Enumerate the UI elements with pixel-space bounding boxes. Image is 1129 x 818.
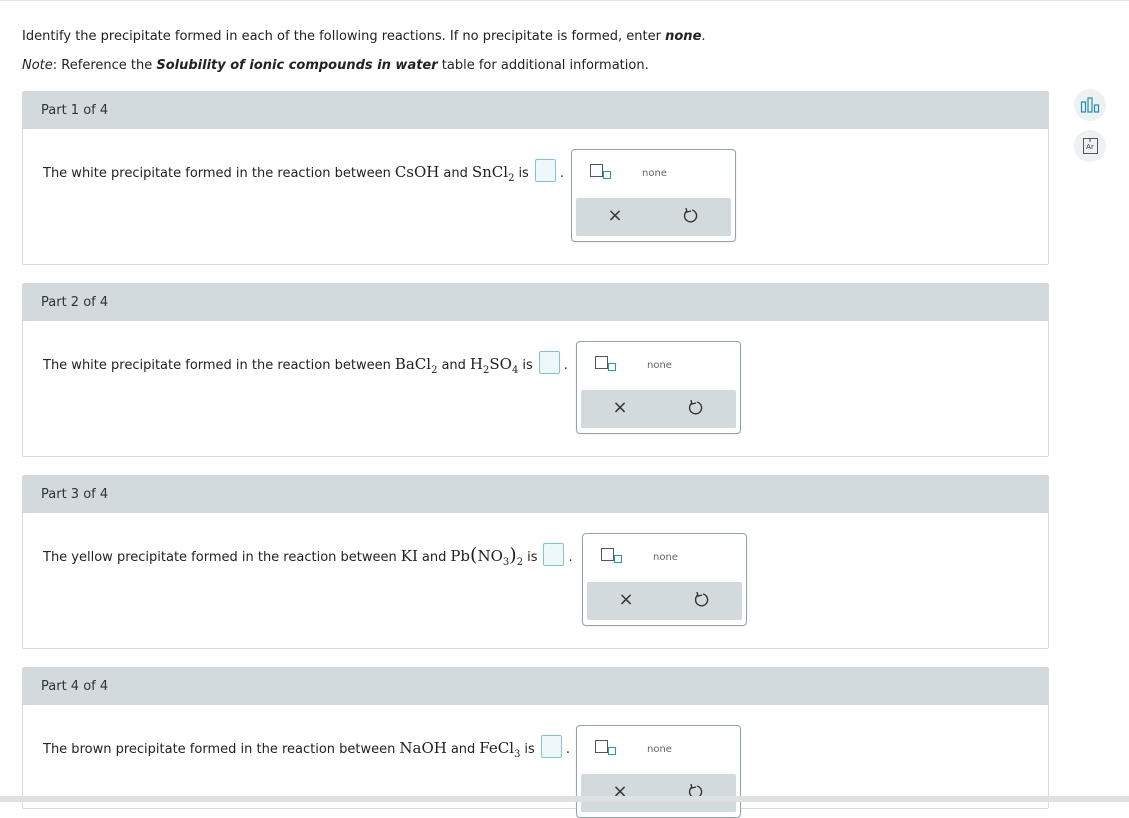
part-3-question: The yellow precipitate formed in the rea… xyxy=(43,538,573,568)
top-divider xyxy=(0,0,1129,1)
and-text: and xyxy=(421,550,447,565)
part-3-title: Part 3 of 4 xyxy=(41,487,109,502)
subscript-template-icon[interactable] xyxy=(595,356,617,372)
undo-icon[interactable] xyxy=(693,591,711,609)
reactant-2: Pb(NO3)2 xyxy=(450,544,524,568)
part-1-palette: none × xyxy=(571,149,736,242)
clear-button[interactable]: × xyxy=(610,397,630,418)
solubility-table-link[interactable]: Solubility of ionic compounds in water xyxy=(156,58,437,73)
part-3-header: Part 3 of 4 xyxy=(23,476,1048,513)
part-2-answer-input[interactable] xyxy=(538,351,560,374)
period: . xyxy=(565,742,570,757)
part-1-panel: Part 1 of 4 The white precipitate formed… xyxy=(22,91,1049,265)
part-2-header: Part 2 of 4 xyxy=(23,284,1048,321)
note-line: Note: Reference the Solubility of ionic … xyxy=(22,58,649,73)
undo-icon[interactable] xyxy=(687,399,705,417)
periodic-table-icon: ii Ar xyxy=(1082,138,1098,154)
subscript-template-icon[interactable] xyxy=(590,164,612,180)
subscript-template-icon[interactable] xyxy=(601,548,623,564)
reactant-1: BaCl2 xyxy=(394,355,438,376)
part-4-question: The brown precipitate formed in the reac… xyxy=(43,730,570,760)
reactant-1: NaOH xyxy=(399,739,447,757)
clear-button[interactable]: × xyxy=(616,589,636,610)
instructions-period: . xyxy=(701,29,706,44)
part-1-answer-input[interactable] xyxy=(534,159,556,182)
question-text: The white precipitate formed in the reac… xyxy=(43,166,391,181)
note-text: : Reference the xyxy=(52,58,157,73)
part-4-palette: none × xyxy=(576,725,741,818)
part-4-title: Part 4 of 4 xyxy=(41,679,109,694)
part-1-title: Part 1 of 4 xyxy=(41,103,109,118)
part-4-header: Part 4 of 4 xyxy=(23,668,1048,705)
data-chart-button[interactable] xyxy=(1074,89,1106,121)
subscript-template-icon[interactable] xyxy=(595,740,617,756)
undo-icon[interactable] xyxy=(682,207,700,225)
part-2-palette: none × xyxy=(576,341,741,434)
and-text: and xyxy=(441,358,466,373)
part-1-question: The white precipitate formed in the reac… xyxy=(43,154,564,184)
part-1-header: Part 1 of 4 xyxy=(23,92,1048,129)
palette-actions: × xyxy=(581,774,736,812)
periodic-symbol: Ar xyxy=(1086,143,1094,151)
clear-button[interactable]: × xyxy=(605,205,625,226)
periodic-table-button[interactable]: ii Ar xyxy=(1074,130,1106,162)
bar-chart-icon xyxy=(1080,97,1100,113)
palette-actions: × xyxy=(576,198,731,236)
question-text: The white precipitate formed in the reac… xyxy=(43,358,391,373)
part-2-question: The white precipitate formed in the reac… xyxy=(43,346,568,376)
is-text: is xyxy=(522,358,533,373)
part-2-panel: Part 2 of 4 The white precipitate formed… xyxy=(22,283,1049,457)
reactant-1: CsOH xyxy=(394,163,440,181)
is-text: is xyxy=(524,742,535,757)
note-label: Note xyxy=(22,58,53,73)
part-3-panel: Part 3 of 4 The yellow precipitate forme… xyxy=(22,475,1049,649)
palette-actions: × xyxy=(581,390,736,428)
instructions: Identify the precipitate formed in each … xyxy=(22,29,706,44)
reactant-2: H2SO4 xyxy=(469,355,519,376)
instructions-none-keyword: none xyxy=(665,29,702,44)
and-text: and xyxy=(443,166,468,181)
bottom-scroll-edge xyxy=(0,796,1129,802)
is-text: is xyxy=(527,550,538,565)
reactant-2: SnCl2 xyxy=(471,163,515,184)
part-4-answer-input[interactable] xyxy=(540,735,562,758)
reactant-1: KI xyxy=(400,547,418,565)
part-2-title: Part 2 of 4 xyxy=(41,295,109,310)
question-text: The brown precipitate formed in the reac… xyxy=(43,742,396,757)
none-button[interactable]: none xyxy=(647,744,672,755)
and-text: and xyxy=(450,742,476,757)
note-text-end: table for additional information. xyxy=(437,58,649,73)
none-button[interactable]: none xyxy=(642,168,667,179)
reactant-2: FeCl3 xyxy=(479,739,521,760)
question-text: The yellow precipitate formed in the rea… xyxy=(43,550,397,565)
period: . xyxy=(559,166,564,181)
none-button[interactable]: none xyxy=(647,360,672,371)
part-3-answer-input[interactable] xyxy=(543,543,565,566)
is-text: is xyxy=(518,166,529,181)
part-3-palette: none × xyxy=(582,533,747,626)
none-button[interactable]: none xyxy=(653,552,678,563)
part-4-panel: Part 4 of 4 The brown precipitate formed… xyxy=(22,667,1049,818)
period: . xyxy=(568,550,573,565)
instructions-text: Identify the precipitate formed in each … xyxy=(22,29,666,44)
period: . xyxy=(563,358,568,373)
palette-actions: × xyxy=(587,582,742,620)
